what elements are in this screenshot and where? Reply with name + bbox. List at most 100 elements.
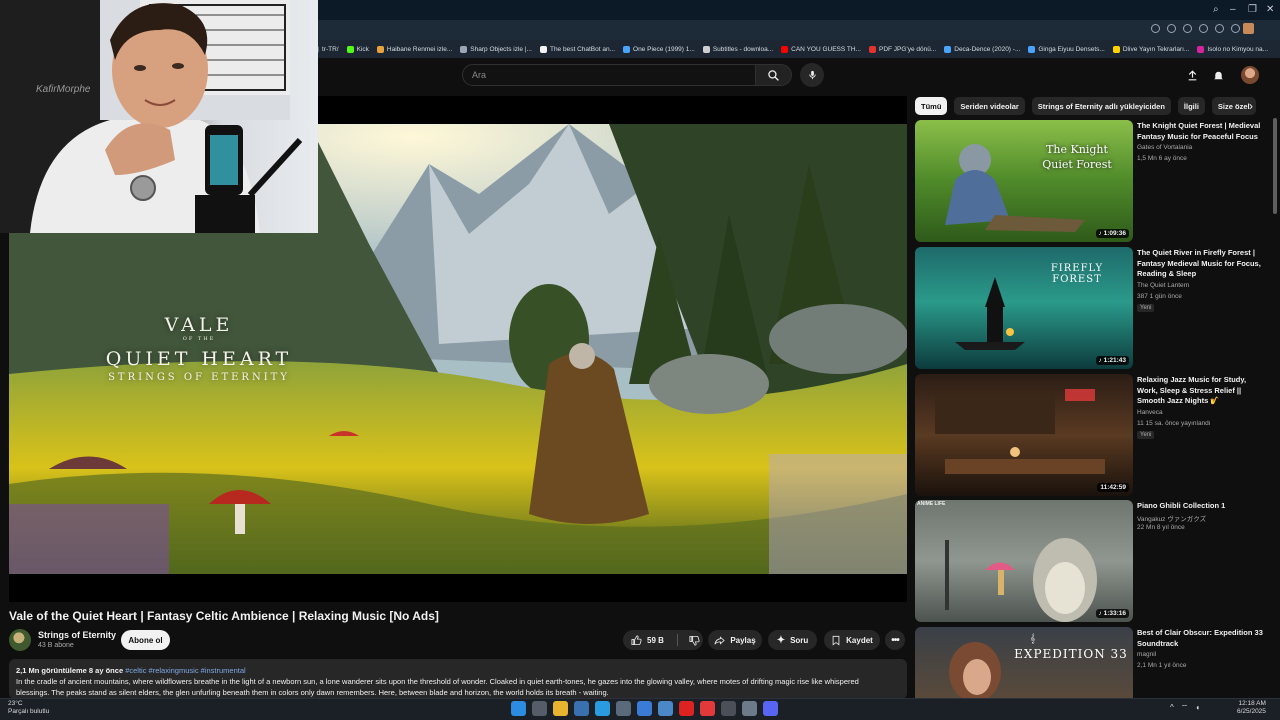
profile-icon[interactable] <box>1243 23 1254 34</box>
bookmark-label: Deca-Dence (2020) -... <box>954 45 1021 53</box>
recommendation-channel[interactable]: The Quiet Lantern <box>1137 282 1189 289</box>
bookmark-item[interactable]: PDF JPG'ye dönü... <box>869 45 936 53</box>
recommendation-channel[interactable]: Gates of Vortalania <box>1137 144 1192 151</box>
recommendation-title[interactable]: The Quiet River in Firefly Forest | Fant… <box>1137 248 1263 280</box>
bookmark-item[interactable]: Subtitles - downloa... <box>702 45 774 53</box>
recommendation-item[interactable]: ANIME LIFE ♪ 1:33:16 Piano Ghibli Collec… <box>915 500 1265 622</box>
system-clock[interactable]: 12:18 AM 6/25/2025 <box>1237 700 1266 716</box>
bookmark-favicon-icon <box>944 45 952 53</box>
obs-icon[interactable] <box>721 701 736 716</box>
telegram-icon[interactable] <box>595 701 610 716</box>
bookmark-item[interactable]: Haibane Renmei izle... <box>376 45 452 53</box>
more-actions-button[interactable]: ••• <box>885 630 905 650</box>
bookmark-item[interactable]: CAN YOU GUESS TH... <box>781 45 861 53</box>
recommendation-title[interactable]: The Knight Quiet Forest | Medieval Fanta… <box>1137 121 1263 142</box>
recommendation-item[interactable]: 11:42:59 Relaxing Jazz Music for Study, … <box>915 374 1265 496</box>
extension-icon[interactable] <box>1151 24 1160 33</box>
bookmark-item[interactable]: One Piece (1999) 1... <box>623 45 695 53</box>
filter-chip[interactable]: Tümü <box>915 97 948 115</box>
mail-icon[interactable] <box>637 701 652 716</box>
bookmark-item[interactable]: Deca-Dence (2020) -... <box>944 45 1021 53</box>
recommendation-title[interactable]: Relaxing Jazz Music for Study, Work, Sle… <box>1137 375 1263 407</box>
bookmark-item[interactable]: Sharp Objects izle |... <box>460 45 532 53</box>
bookmark-label: The best ChatBot an... <box>549 45 616 53</box>
recommendation-title[interactable]: Best of Clair Obscur: Expedition 33 Soun… <box>1137 628 1263 649</box>
voice-search-button[interactable] <box>800 63 824 87</box>
extension-icons[interactable] <box>1151 24 1240 33</box>
recommendation-channel[interactable]: magnil <box>1137 651 1156 658</box>
extension-icon[interactable] <box>1167 24 1176 33</box>
recommendation-item[interactable]: FIREFLY FOREST ♪ 1:21:43 The Quiet River… <box>915 247 1265 369</box>
bookmark-item[interactable]: Kick <box>346 45 369 53</box>
extension-icon[interactable] <box>1183 24 1192 33</box>
chrome-icon[interactable] <box>742 701 757 716</box>
maximize-icon[interactable]: ❐ <box>1248 4 1257 15</box>
filter-chip[interactable]: Strings of Eternity adlı yükleyiciden <box>1031 97 1171 115</box>
recommendation-item[interactable]: 𝄞 EXPEDITION 33 Best of Clair Obscur: Ex… <box>915 627 1265 698</box>
discord-icon[interactable] <box>763 701 778 716</box>
recommendation-thumbnail[interactable]: FIREFLY FOREST ♪ 1:21:43 <box>915 247 1133 369</box>
bookmark-label: Sharp Objects izle |... <box>470 45 532 53</box>
file-explorer-icon[interactable] <box>553 701 568 716</box>
upload-icon[interactable] <box>1183 66 1201 84</box>
task-view-icon[interactable] <box>532 701 547 716</box>
like-button[interactable]: 59 B <box>631 635 664 646</box>
related-filter-chips: Tümü Seriden videolar Strings of Eternity … <box>915 97 1256 115</box>
media-icon[interactable] <box>700 701 715 716</box>
steam-icon[interactable] <box>574 701 589 716</box>
dislike-button[interactable] <box>689 635 700 646</box>
search-input[interactable]: Ara <box>462 64 756 86</box>
weather-widget[interactable]: 23°C Parçalı bulutlu <box>8 700 49 716</box>
start-icon[interactable] <box>511 701 526 716</box>
recommendation-title[interactable]: Piano Ghibli Collection 1 <box>1137 501 1263 512</box>
save-label: Kaydet <box>846 635 873 645</box>
recommendation-thumbnail[interactable]: 11:42:59 <box>915 374 1133 496</box>
bookmark-item[interactable]: Dlive Yayın Tekrarları... <box>1112 45 1189 53</box>
filter-chip[interactable]: İlgili <box>1177 97 1205 115</box>
search-tabs-icon[interactable]: ⌕ <box>1213 4 1219 15</box>
save-button[interactable]: Kaydet <box>824 630 880 650</box>
bookmark-favicon-icon <box>623 45 631 53</box>
share-icon <box>714 635 726 645</box>
video-description[interactable]: 2,1 Mn görüntüleme 8 ay önce #celtic #re… <box>9 659 907 699</box>
bookmark-item[interactable]: Ginga Eiyuu Densets... <box>1028 45 1105 53</box>
volume-icon[interactable]: ◖ <box>1195 703 1200 713</box>
description-tags[interactable]: #celtic #relaxingmusic #instrumental <box>125 666 245 675</box>
filter-chip[interactable]: Seriden videolar <box>954 97 1025 115</box>
ask-button[interactable]: ✦ Soru <box>768 630 817 650</box>
search-button[interactable] <box>756 64 792 86</box>
close-icon[interactable]: ✕ <box>1266 4 1274 15</box>
bookmark-favicon-icon <box>460 45 468 53</box>
page-scrollbar[interactable] <box>1273 118 1277 214</box>
weather-temp: 23°C <box>8 700 23 707</box>
recommendation-channel[interactable]: Hanveca <box>1137 409 1163 416</box>
share-button[interactable]: Paylaş <box>708 630 762 650</box>
bookmark-label: Subtitles - downloa... <box>712 45 774 53</box>
notifications-bell-icon[interactable] <box>1209 66 1227 84</box>
network-icon[interactable]: ⌔ <box>1181 703 1189 713</box>
recommendation-item[interactable]: The Knight Quiet Forest ♪ 1:09:36 The Kn… <box>915 120 1265 242</box>
extension-icon[interactable] <box>1215 24 1224 33</box>
extension-icon[interactable] <box>1199 24 1208 33</box>
chevron-right-icon[interactable]: › <box>1242 97 1260 115</box>
tray-chevron-icon[interactable]: ^ <box>1170 703 1174 713</box>
channel-name[interactable]: Strings of Eternity <box>38 630 116 640</box>
recommendation-thumbnail[interactable]: 𝄞 EXPEDITION 33 <box>915 627 1133 698</box>
bookmark-item[interactable]: Isolo no Kimyou na... <box>1197 45 1268 53</box>
opera-icon[interactable] <box>679 701 694 716</box>
music-note-icon: 𝄞 <box>1030 633 1036 643</box>
minimize-icon[interactable]: – <box>1230 4 1236 15</box>
subscribe-button[interactable]: Abone ol <box>121 630 170 650</box>
clock-time: 12:18 AM <box>1238 700 1266 707</box>
recommendation-thumbnail[interactable]: The Knight Quiet Forest ♪ 1:09:36 <box>915 120 1133 242</box>
recommendation-channel[interactable]: Vangakuz ヴァンガクズ <box>1137 513 1206 523</box>
recommendation-meta: 387 1 gün önce <box>1137 293 1182 300</box>
settings-icon[interactable] <box>616 701 631 716</box>
account-avatar[interactable] <box>1241 66 1259 84</box>
bookmark-item[interactable]: The best ChatBot an... <box>539 45 616 53</box>
store-icon[interactable] <box>658 701 673 716</box>
recommendation-thumbnail[interactable]: ANIME LIFE ♪ 1:33:16 <box>915 500 1133 622</box>
duration-badge: 11:42:59 <box>1097 483 1129 492</box>
extension-icon[interactable] <box>1231 24 1240 33</box>
channel-avatar[interactable] <box>9 629 31 651</box>
